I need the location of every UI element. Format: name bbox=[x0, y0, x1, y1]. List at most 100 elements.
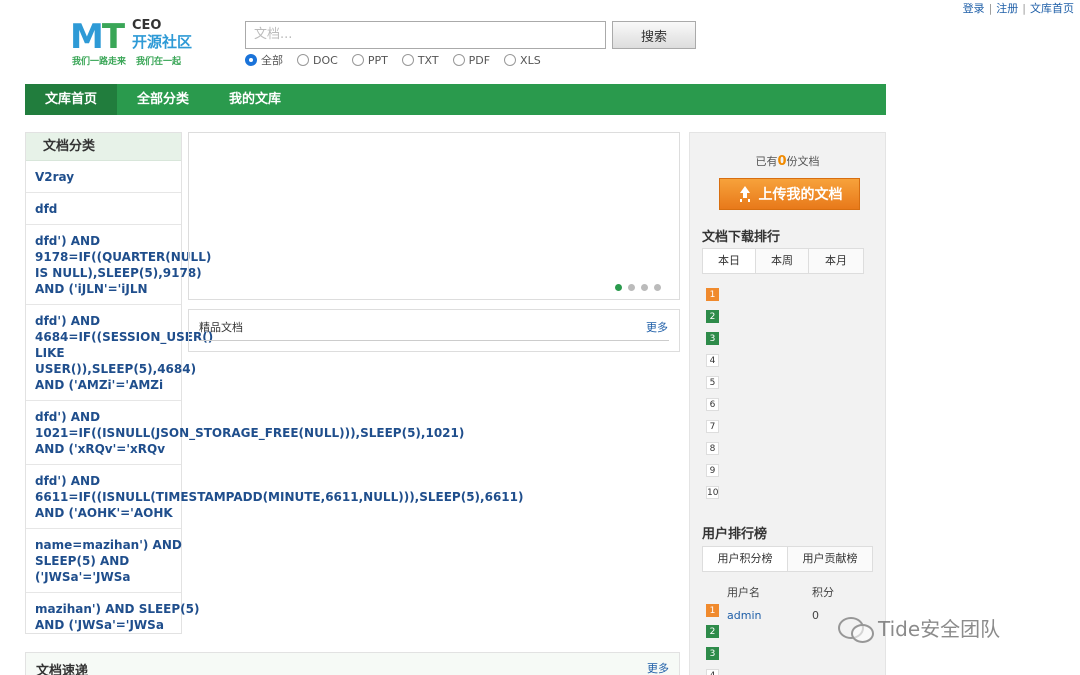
doc-express-more-link[interactable]: 更多 bbox=[647, 660, 669, 675]
nav-my-library[interactable]: 我的文库 bbox=[209, 84, 301, 115]
rank-badge: 2 bbox=[706, 625, 719, 638]
slider-dot[interactable] bbox=[628, 284, 635, 291]
upload-icon bbox=[737, 186, 753, 202]
rank-badge: 1 bbox=[706, 288, 719, 301]
radio-icon[interactable] bbox=[245, 54, 257, 66]
filter-option[interactable]: PPT bbox=[351, 52, 388, 68]
category-label-line: 6611=IF((ISNULL(TIMESTAMPADD(MINUTE,6611… bbox=[35, 490, 524, 504]
category-label-line: dfd bbox=[35, 202, 58, 216]
filter-label: XLS bbox=[520, 53, 541, 67]
category-item[interactable]: mazihan') AND SLEEP(5) AND ('JWSa'='JWSa bbox=[26, 593, 200, 640]
upload-doc-button[interactable]: 上传我的文档 bbox=[719, 178, 860, 210]
category-item[interactable]: V2ray bbox=[26, 161, 181, 193]
download-rank-title: 文档下载排行 bbox=[702, 230, 781, 245]
doc-type-filters: 全部 DOC PPT TXT PDF XLS bbox=[245, 52, 541, 68]
category-label-line: dfd') AND bbox=[35, 410, 101, 424]
rank-badge: 8 bbox=[706, 442, 719, 455]
rank-badge: 3 bbox=[706, 332, 719, 345]
logo-ceo: CEO bbox=[132, 18, 162, 33]
user-rank-header: 用户名 积分 bbox=[727, 584, 834, 600]
category-item[interactable]: dfd bbox=[26, 193, 181, 225]
site-logo[interactable]: MT CEO 开源社区 我们一路走来 我们在一起 bbox=[70, 18, 200, 68]
filter-label: TXT bbox=[417, 53, 439, 67]
user-rank-tabs: 用户积分榜 用户贡献榜 bbox=[702, 546, 873, 572]
radio-icon[interactable] bbox=[504, 54, 517, 66]
category-label-line: 9178=IF((QUARTER(NULL) bbox=[35, 250, 212, 264]
doc-count: 已有0份文档 bbox=[755, 154, 820, 169]
search-input[interactable]: 文档... bbox=[245, 21, 606, 49]
tab-user-points[interactable]: 用户积分榜 bbox=[703, 547, 788, 571]
rank-badge: 1 bbox=[706, 604, 719, 617]
filter-label: 全部 bbox=[261, 54, 283, 67]
rank-badge: 2 bbox=[706, 310, 719, 323]
slider-dot[interactable] bbox=[615, 284, 622, 291]
category-sidebar: 文档分类 V2ray dfd dfd') AND 9178=IF((QUARTER(N… bbox=[25, 132, 524, 634]
tab-week[interactable]: 本周 bbox=[756, 249, 809, 273]
slider-dot[interactable] bbox=[641, 284, 648, 291]
filter-option[interactable]: XLS bbox=[504, 52, 541, 68]
doc-express-title: 文档速递 bbox=[36, 664, 89, 675]
category-label-line: name=mazihan') AND bbox=[35, 538, 182, 552]
rank-badge: 5 bbox=[706, 376, 719, 389]
category-item[interactable]: dfd') AND 4684=IF((SESSION_USER() LIKE USER… bbox=[26, 305, 213, 401]
tab-month[interactable]: 本月 bbox=[809, 249, 863, 273]
category-item[interactable]: name=mazihan') AND SLEEP(5) AND ('JWSa'='J… bbox=[26, 529, 182, 593]
top-links: 登录 | 注册 | 文库首页 bbox=[963, 0, 1074, 16]
main-nav: 文库首页 全部分类 我的文库 bbox=[25, 84, 886, 115]
category-item[interactable]: dfd') AND 9178=IF((QUARTER(NULL) IS NULL),… bbox=[26, 225, 212, 305]
filter-option[interactable]: TXT bbox=[401, 52, 439, 68]
separator: | bbox=[1022, 2, 1026, 15]
logo-slogan: 我们一路走来 我们在一起 bbox=[72, 57, 182, 67]
category-item[interactable]: dfd') AND 1021=IF((ISNULL(JSON_STORAGE_FR… bbox=[26, 401, 465, 465]
download-rank-list: 1 2 3 4 5 6 7 8 9 10 bbox=[706, 288, 719, 508]
col-score: 积分 bbox=[812, 586, 834, 599]
category-label-line: dfd') AND bbox=[35, 234, 101, 248]
col-username: 用户名 bbox=[727, 586, 760, 599]
search-button[interactable]: 搜索 bbox=[612, 21, 696, 49]
user-name-link[interactable]: admin bbox=[727, 609, 812, 622]
separator: | bbox=[988, 2, 993, 15]
logo-name: 开源社区 bbox=[132, 33, 193, 51]
radio-icon[interactable] bbox=[297, 54, 309, 66]
category-label-line: USER()),SLEEP(5),4684) bbox=[35, 362, 197, 376]
category-label-line: dfd') AND bbox=[35, 314, 101, 328]
logo-mark: MT bbox=[70, 17, 125, 57]
filter-option[interactable]: DOC bbox=[297, 52, 338, 68]
slider-dot[interactable] bbox=[654, 284, 661, 291]
nav-library-home[interactable]: 文库首页 bbox=[25, 84, 118, 115]
filter-option[interactable]: PDF bbox=[452, 52, 490, 68]
category-item[interactable]: dfd') AND 6611=IF((ISNULL(TIMESTAMPADD(MI… bbox=[26, 465, 524, 529]
filter-option[interactable]: 全部 bbox=[245, 52, 283, 68]
user-score: 0 bbox=[812, 608, 819, 622]
tab-user-contribution[interactable]: 用户贡献榜 bbox=[788, 547, 872, 571]
category-label-line: AND ('AOHK'='AOHK bbox=[35, 506, 173, 520]
featured-docs-title: 精品文档 bbox=[199, 321, 243, 334]
banner-slider bbox=[188, 132, 680, 300]
category-label-line: AND ('AMZi'='AMZi bbox=[35, 378, 164, 392]
rank-badge: 7 bbox=[706, 420, 719, 433]
radio-icon[interactable] bbox=[401, 54, 414, 66]
filter-label: PPT bbox=[367, 53, 388, 67]
library-home-link[interactable]: 文库首页 bbox=[1030, 2, 1074, 15]
category-label-line: mazihan') AND SLEEP(5) bbox=[35, 602, 200, 616]
nav-all-categories[interactable]: 全部分类 bbox=[117, 84, 209, 115]
rank-badge: 9 bbox=[706, 464, 719, 477]
download-rank-tabs: 本日 本周 本月 bbox=[702, 248, 864, 274]
radio-icon[interactable] bbox=[351, 54, 364, 66]
category-label-line: AND ('JWSa'='JWSa bbox=[35, 618, 164, 632]
wechat-icon bbox=[838, 615, 874, 643]
category-label-line: dfd') AND bbox=[35, 474, 101, 488]
rank-badge: 10 bbox=[706, 486, 719, 499]
filter-label: DOC bbox=[313, 53, 338, 67]
slider-dots bbox=[615, 284, 661, 291]
user-rank-title: 用户排行榜 bbox=[702, 527, 768, 542]
login-link[interactable]: 登录 bbox=[963, 2, 985, 15]
category-label-line: AND ('xRQv'='xRQv bbox=[35, 442, 166, 456]
category-label-line: 1021=IF((ISNULL(JSON_STORAGE_FREE(NULL))… bbox=[35, 426, 465, 440]
featured-docs-more-link[interactable]: 更多 bbox=[646, 319, 668, 335]
tab-today[interactable]: 本日 bbox=[703, 249, 756, 273]
radio-icon[interactable] bbox=[452, 54, 465, 66]
divider bbox=[199, 340, 669, 341]
user-rank-row: 1 admin 0 bbox=[706, 604, 819, 626]
register-link[interactable]: 注册 bbox=[996, 2, 1018, 15]
